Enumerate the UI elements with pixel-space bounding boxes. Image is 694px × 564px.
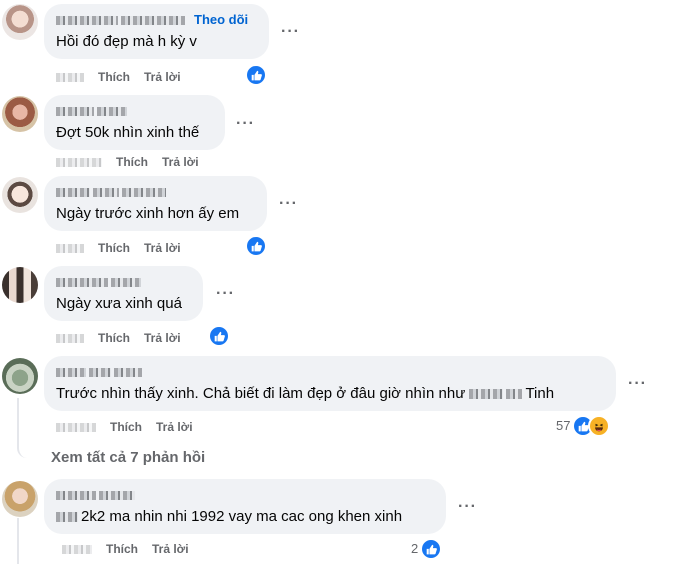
more-options-icon[interactable]: ··· bbox=[458, 499, 477, 515]
like-reaction-icon bbox=[245, 64, 267, 86]
reply-button[interactable]: Trả lời bbox=[152, 542, 189, 556]
comment-bubble: Đợt 50k nhìn xinh thế bbox=[44, 95, 225, 150]
comment-bubble: 2k2 ma nhin nhi 1992 vay ma cac ong khen… bbox=[44, 479, 446, 534]
like-reaction-icon bbox=[208, 325, 230, 347]
avatar[interactable] bbox=[2, 267, 38, 303]
reply-button[interactable]: Trả lời bbox=[162, 155, 199, 169]
avatar[interactable] bbox=[2, 358, 38, 394]
comment-text: Đợt 50k nhìn xinh thế bbox=[56, 124, 200, 141]
commenter-name[interactable] bbox=[56, 487, 434, 503]
avatar[interactable] bbox=[2, 177, 38, 213]
like-reaction-icon bbox=[420, 538, 443, 560]
thread-connector bbox=[17, 420, 41, 458]
timestamp bbox=[56, 158, 102, 168]
commenter-name[interactable] bbox=[56, 103, 213, 119]
comment-bubble: Trước nhìn thấy xinh. Chả biết đi làm đẹ… bbox=[44, 356, 616, 411]
reaction-summary[interactable] bbox=[245, 235, 267, 257]
comment-bubble: Ngày trước xinh hơn ấy em bbox=[44, 176, 267, 231]
reaction-summary[interactable] bbox=[245, 64, 267, 86]
more-options-icon[interactable]: ··· bbox=[628, 376, 647, 392]
commenter-name[interactable] bbox=[56, 274, 191, 290]
like-button[interactable]: Thích bbox=[98, 241, 130, 255]
reaction-summary[interactable]: 57 bbox=[556, 415, 611, 437]
commenter-name[interactable]: Theo dõi bbox=[56, 12, 257, 28]
timestamp bbox=[56, 244, 84, 254]
avatar[interactable] bbox=[2, 96, 38, 132]
timestamp bbox=[56, 423, 96, 433]
like-button[interactable]: Thích bbox=[116, 155, 148, 169]
timestamp bbox=[56, 73, 84, 83]
comment-bubble: Theo dõi Hồi đó đẹp mà h kỳ v bbox=[44, 4, 269, 59]
thread-line bbox=[17, 518, 19, 564]
more-options-icon[interactable]: ··· bbox=[216, 286, 235, 302]
haha-reaction-icon bbox=[588, 415, 611, 437]
follow-button[interactable]: Theo dõi bbox=[194, 12, 248, 27]
reply-button[interactable]: Trả lời bbox=[144, 241, 181, 255]
reply-button[interactable]: Trả lời bbox=[156, 420, 193, 434]
reaction-count: 2 bbox=[411, 541, 419, 556]
comment-bubble: Ngày xưa xinh quá bbox=[44, 266, 203, 321]
reaction-summary[interactable] bbox=[208, 325, 230, 347]
commenter-name[interactable] bbox=[56, 184, 255, 200]
comment-text: 2k2 ma nhin nhi 1992 vay ma cac ong khen… bbox=[56, 507, 434, 527]
reaction-summary[interactable]: 2 bbox=[411, 538, 443, 560]
timestamp bbox=[56, 334, 84, 344]
like-button[interactable]: Thích bbox=[110, 420, 142, 434]
timestamp bbox=[62, 545, 92, 555]
comment-text: Ngày xưa xinh quá bbox=[56, 295, 182, 312]
avatar[interactable] bbox=[2, 4, 38, 40]
comment-actions: Thích Trả lời bbox=[56, 154, 213, 170]
comment-text: Trước nhìn thấy xinh. Chả biết đi làm đẹ… bbox=[56, 385, 555, 402]
view-all-replies-link[interactable]: Xem tất cả 7 phản hồi bbox=[51, 448, 205, 468]
more-options-icon[interactable]: ··· bbox=[281, 24, 300, 40]
like-button[interactable]: Thích bbox=[98, 70, 130, 84]
like-reaction-icon bbox=[245, 235, 267, 257]
like-button[interactable]: Thích bbox=[106, 542, 138, 556]
more-options-icon[interactable]: ··· bbox=[236, 116, 255, 132]
comment-actions: Thích Trả lời bbox=[56, 240, 195, 256]
comment-text: Hồi đó đẹp mà h kỳ v bbox=[56, 33, 197, 50]
commenter-name[interactable] bbox=[56, 364, 604, 380]
comment-actions: Thích Trả lời bbox=[56, 330, 195, 346]
comment-text: Ngày trước xinh hơn ấy em bbox=[56, 205, 240, 222]
like-button[interactable]: Thích bbox=[98, 331, 130, 345]
comment-actions: Thích Trả lời bbox=[62, 541, 203, 557]
reaction-count: 57 bbox=[556, 418, 571, 433]
avatar[interactable] bbox=[2, 481, 38, 517]
reply-button[interactable]: Trả lời bbox=[144, 331, 181, 345]
reply-button[interactable]: Trả lời bbox=[144, 70, 181, 84]
more-options-icon[interactable]: ··· bbox=[279, 196, 298, 212]
comment-actions: Thích Trả lời bbox=[56, 419, 207, 435]
comment-actions: Thích Trả lời bbox=[56, 69, 195, 85]
